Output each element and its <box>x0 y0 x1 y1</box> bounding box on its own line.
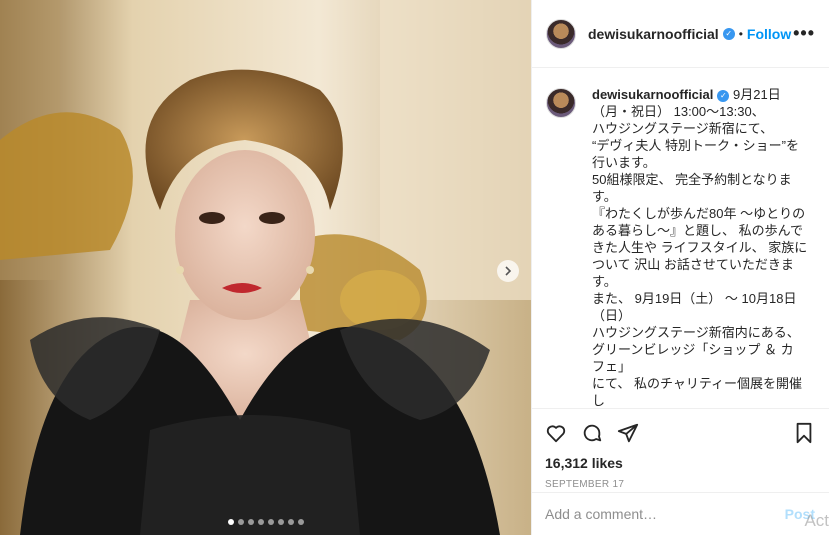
carousel-dot[interactable] <box>267 519 274 525</box>
carousel-dot[interactable] <box>227 519 234 525</box>
carousel-dot[interactable] <box>297 519 304 525</box>
caption-text: 9月21日 （月・祝日） 13:00〜13:30、 ハウジングステージ新宿にて、… <box>592 87 808 408</box>
likes-count[interactable]: 16,312 likes <box>545 455 815 471</box>
carousel-dot[interactable] <box>237 519 244 525</box>
carousel-next-button[interactable] <box>497 260 519 282</box>
more-options-button[interactable]: ••• <box>793 23 815 44</box>
post-photo[interactable] <box>0 0 531 535</box>
paper-plane-icon[interactable] <box>617 422 639 444</box>
avatar[interactable] <box>546 88 576 118</box>
verified-badge-icon: ✓ <box>717 89 730 102</box>
follow-button[interactable]: Follow <box>747 26 791 42</box>
carousel-dot[interactable] <box>247 519 254 525</box>
action-icons <box>545 415 815 451</box>
bookmark-icon[interactable] <box>793 422 815 444</box>
caption: dewisukarnoofficial ✓ 9月21日 （月・祝日） 13:00〜… <box>592 86 807 408</box>
heart-icon[interactable] <box>545 422 567 444</box>
post-header: dewisukarnoofficial ✓ • Follow ••• <box>532 0 829 68</box>
caption-area: dewisukarnoofficial ✓ 9月21日 （月・祝日） 13:00〜… <box>532 68 829 408</box>
carousel-dot[interactable] <box>287 519 294 525</box>
chevron-right-icon <box>505 266 512 276</box>
comment-bubble-icon[interactable] <box>581 422 603 444</box>
portrait-image <box>0 0 531 535</box>
separator-dot: • <box>738 26 743 41</box>
comment-input[interactable] <box>545 506 785 522</box>
activate-windows-watermark: Act <box>804 511 829 530</box>
carousel-dots <box>0 519 531 525</box>
avatar[interactable] <box>546 18 576 49</box>
comment-box: Post Act <box>531 492 829 535</box>
post-date[interactable]: SEPTEMBER 17 <box>545 479 815 490</box>
verified-badge-icon: ✓ <box>722 27 735 40</box>
carousel-dot[interactable] <box>277 519 284 525</box>
username-link[interactable]: dewisukarnoofficial <box>588 26 719 42</box>
caption-username[interactable]: dewisukarnoofficial <box>592 87 713 102</box>
action-bar: 16,312 likes SEPTEMBER 17 <box>531 408 829 490</box>
carousel-dot[interactable] <box>257 519 264 525</box>
